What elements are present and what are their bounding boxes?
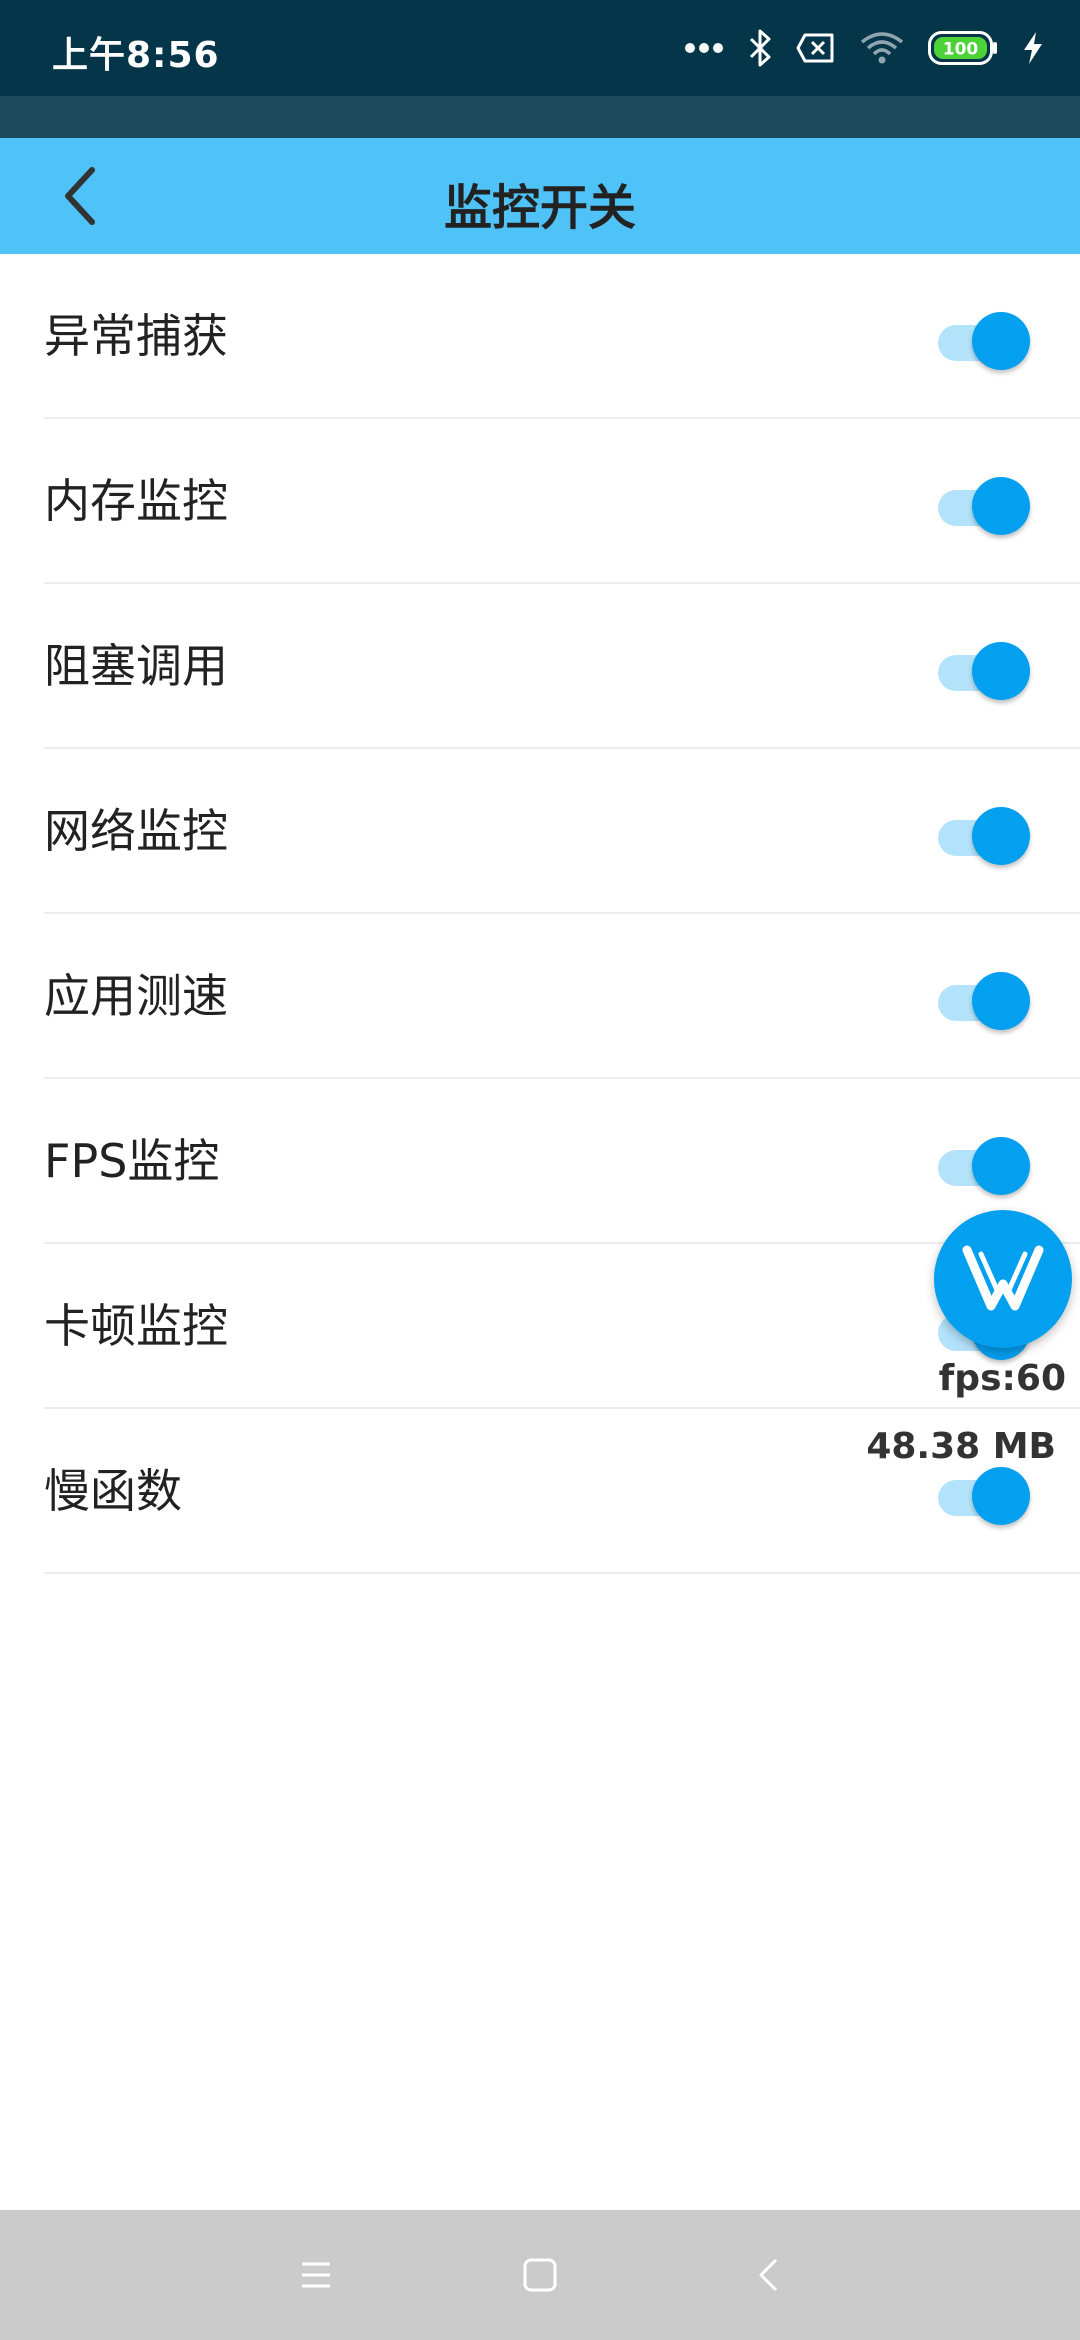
exception-capture-toggle[interactable] bbox=[938, 312, 1030, 370]
battery-level-text: 100 bbox=[943, 40, 979, 60]
nav-back-button[interactable] bbox=[738, 2245, 798, 2305]
toggle-thumb bbox=[972, 1467, 1030, 1525]
charging-icon bbox=[1022, 31, 1044, 65]
switch-label: 网络监控 bbox=[44, 804, 228, 858]
network-monitor-toggle[interactable] bbox=[938, 807, 1030, 865]
nav-home-button[interactable] bbox=[510, 2245, 570, 2305]
toggle-thumb bbox=[972, 312, 1030, 370]
status-icons: 100 bbox=[684, 22, 1044, 74]
no-sim-icon bbox=[796, 32, 836, 64]
menu-icon bbox=[302, 2262, 330, 2288]
page-title: 监控开关 bbox=[443, 180, 636, 236]
back-icon bbox=[759, 2258, 778, 2292]
switch-list: 异常捕获 内存监控 阻塞调用 网络监控 应用测速 FPS监控 卡顿监控 慢函数 bbox=[0, 254, 1080, 1574]
switch-label: 卡顿监控 bbox=[44, 1299, 228, 1353]
switch-row-lag-monitor: 卡顿监控 bbox=[0, 1244, 1080, 1409]
switch-row-app-speed-test: 应用测速 bbox=[0, 914, 1080, 1079]
switch-label: 慢函数 bbox=[44, 1464, 182, 1518]
switch-row-fps-monitor: FPS监控 bbox=[0, 1079, 1080, 1244]
battery-icon: 100 bbox=[928, 31, 998, 65]
memory-monitor-toggle[interactable] bbox=[938, 477, 1030, 535]
switch-row-exception-capture: 异常捕获 bbox=[0, 254, 1080, 419]
status-bar-shadow bbox=[0, 96, 1080, 138]
fps-monitor-toggle[interactable] bbox=[938, 1137, 1030, 1195]
switch-label: 内存监控 bbox=[44, 474, 228, 528]
toggle-thumb bbox=[972, 1137, 1030, 1195]
app-speed-test-toggle[interactable] bbox=[938, 972, 1030, 1030]
more-dots-icon bbox=[684, 42, 724, 54]
switch-label: 阻塞调用 bbox=[44, 639, 228, 693]
nav-menu-button[interactable] bbox=[286, 2245, 346, 2305]
monitor-float-button[interactable] bbox=[934, 1210, 1072, 1348]
app-bar: 监控开关 bbox=[0, 138, 1080, 254]
switch-label: FPS监控 bbox=[44, 1134, 220, 1188]
wifi-icon bbox=[860, 30, 904, 66]
blocking-call-toggle[interactable] bbox=[938, 642, 1030, 700]
switch-label: 异常捕获 bbox=[44, 309, 228, 363]
slow-function-toggle[interactable] bbox=[938, 1467, 1030, 1525]
bluetooth-icon bbox=[748, 28, 772, 68]
switch-row-blocking-call: 阻塞调用 bbox=[0, 584, 1080, 749]
toggle-thumb bbox=[972, 477, 1030, 535]
toggle-thumb bbox=[972, 642, 1030, 700]
fps-readout: fps:60 bbox=[938, 1358, 1066, 1399]
status-time: 上午8:56 bbox=[52, 35, 220, 76]
status-bar: 上午8:56 100 bbox=[0, 0, 1080, 96]
switch-label: 应用测速 bbox=[44, 969, 228, 1023]
switch-row-memory-monitor: 内存监控 bbox=[0, 419, 1080, 584]
switch-row-network-monitor: 网络监控 bbox=[0, 749, 1080, 914]
toggle-thumb bbox=[972, 972, 1030, 1030]
memory-readout: 48.38 MB bbox=[866, 1426, 1056, 1467]
monitor-logo-icon bbox=[962, 1245, 1044, 1311]
toggle-thumb bbox=[972, 807, 1030, 865]
system-nav-bar bbox=[0, 2210, 1080, 2340]
home-icon bbox=[523, 2258, 557, 2292]
